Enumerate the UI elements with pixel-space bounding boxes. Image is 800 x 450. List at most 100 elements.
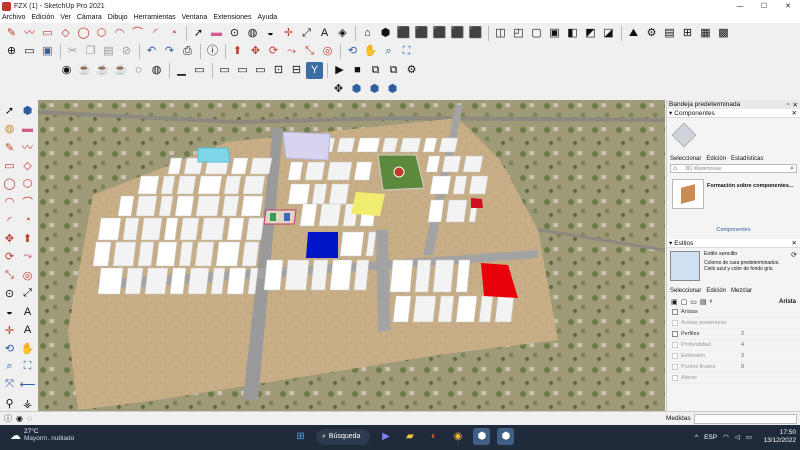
- delete-icon[interactable]: ⊘: [118, 43, 135, 60]
- paint-bucket-icon[interactable]: ◍: [244, 25, 261, 42]
- taskbar-search[interactable]: ⌕ Búsqueda: [316, 428, 371, 445]
- solid-tools-icon[interactable]: ◉: [58, 62, 75, 79]
- close-button[interactable]: ✕: [776, 0, 800, 12]
- push-pull-icon[interactable]: ⬆: [19, 230, 36, 247]
- powerpoint-icon[interactable]: ◐: [425, 428, 442, 445]
- cut-icon[interactable]: ✂: [64, 43, 81, 60]
- building-block[interactable]: [187, 267, 210, 295]
- face-settings-icon[interactable]: ▢: [681, 298, 688, 306]
- teapot-outline-icon[interactable]: ☕: [94, 62, 111, 79]
- yellow-lot[interactable]: [351, 192, 385, 216]
- scene-export-icon[interactable]: ⧉: [385, 62, 402, 79]
- tape-measure-icon[interactable]: ⊙: [226, 25, 243, 42]
- rotated-rect-icon[interactable]: ◇: [19, 157, 36, 174]
- building-block[interactable]: [174, 195, 195, 217]
- row-value[interactable]: 9: [741, 364, 744, 370]
- profiles-row[interactable]: Perfiles 2: [667, 329, 800, 340]
- minimize-button[interactable]: —: [728, 0, 752, 12]
- section-fill-icon[interactable]: ▁: [173, 62, 190, 79]
- menu-edicion[interactable]: Edición: [31, 14, 54, 21]
- orbit-icon[interactable]: ⟲: [344, 43, 361, 60]
- paste-icon[interactable]: ▤: [100, 43, 117, 60]
- weather-widget[interactable]: ☁ 27°C Mayorm. nublado: [10, 428, 74, 442]
- components-footer[interactable]: Componentes: [667, 227, 800, 235]
- move-cross-icon[interactable]: ✥: [330, 81, 347, 98]
- building-block[interactable]: [468, 175, 489, 195]
- extension-warehouse-icon[interactable]: ⚙: [643, 25, 660, 42]
- model-viewport[interactable]: [38, 100, 665, 411]
- arc-2pt-icon[interactable]: ⌒: [129, 25, 146, 42]
- styles-close-icon[interactable]: ✕: [792, 239, 800, 247]
- small-red-lot[interactable]: [471, 198, 483, 208]
- windows-start-icon[interactable]: ⊞: [292, 428, 309, 445]
- arc-3pt-icon[interactable]: ◜: [147, 25, 164, 42]
- offset-icon[interactable]: ◎: [19, 267, 36, 284]
- edges-row[interactable]: Aristas: [667, 307, 800, 318]
- building-block[interactable]: [318, 203, 342, 227]
- rectangle-icon[interactable]: ▭: [1, 157, 18, 174]
- building-block[interactable]: [155, 241, 178, 267]
- taskbar-clock[interactable]: 17:50 13/12/2022: [760, 429, 796, 445]
- iso-cube-dark-icon[interactable]: ⬢: [384, 81, 401, 98]
- select-arrow-icon[interactable]: ➚: [1, 102, 18, 119]
- language-indicator[interactable]: ESP: [704, 434, 717, 441]
- hidden-line-icon[interactable]: ▣: [546, 25, 563, 42]
- polygon-icon[interactable]: ⬡: [93, 25, 110, 42]
- building-block[interactable]: [135, 195, 158, 217]
- geo-icon[interactable]: ◉: [16, 414, 23, 423]
- position-camera-icon[interactable]: ⚲: [1, 395, 18, 412]
- zoom-icon[interactable]: ⌕: [1, 358, 18, 375]
- building-block[interactable]: [284, 259, 310, 291]
- maximize-button[interactable]: ☐: [752, 0, 776, 12]
- building-block[interactable]: [414, 259, 432, 293]
- iso-cube-blue-icon[interactable]: ⬢: [366, 81, 383, 98]
- polygon-icon[interactable]: ⬡: [19, 175, 36, 192]
- building-block[interactable]: [432, 259, 455, 293]
- protractor-icon[interactable]: ◒: [262, 25, 279, 42]
- text-icon[interactable]: A: [19, 303, 36, 320]
- menu-extensiones[interactable]: Extensiones: [213, 14, 251, 21]
- arc-2pt-icon[interactable]: ⌒: [19, 193, 36, 210]
- building-block[interactable]: [245, 217, 265, 241]
- section-display-icon[interactable]: ▭: [191, 62, 208, 79]
- zoom-extents-icon[interactable]: ⛶: [398, 43, 415, 60]
- move-icon[interactable]: ✥: [247, 43, 264, 60]
- rotate-icon[interactable]: ⟳: [1, 248, 18, 265]
- axes-icon[interactable]: ✛: [1, 322, 18, 339]
- arc-icon[interactable]: ◠: [111, 25, 128, 42]
- building-block[interactable]: [412, 295, 437, 323]
- paint-icon[interactable]: ◍: [1, 120, 18, 137]
- modeling-settings-icon[interactable]: ◐: [710, 298, 714, 305]
- building-block[interactable]: [339, 231, 365, 257]
- building-block[interactable]: [494, 295, 515, 323]
- pan-icon[interactable]: ✋: [362, 43, 379, 60]
- pie-icon[interactable]: ◔: [165, 25, 182, 42]
- building-block[interactable]: [97, 267, 124, 295]
- marker-icon[interactable]: Y: [306, 62, 323, 79]
- credits-icon[interactable]: ◌: [27, 414, 32, 423]
- jitter-checkbox[interactable]: [672, 375, 678, 381]
- building-block[interactable]: [455, 295, 478, 323]
- axes-icon[interactable]: ✛: [280, 25, 297, 42]
- follow-me-icon[interactable]: ⤳: [19, 248, 36, 265]
- building-block[interactable]: [356, 137, 381, 153]
- search-icon[interactable]: ⌕: [790, 165, 794, 173]
- tray-close-icon[interactable]: ✕: [793, 101, 798, 109]
- settings-gear-icon[interactable]: ⚙: [403, 62, 420, 79]
- chevron-up-icon[interactable]: ^: [695, 434, 698, 441]
- style-thumbnail[interactable]: [670, 251, 700, 281]
- lock-icon[interactable]: ⊡: [270, 62, 287, 79]
- menu-ayuda[interactable]: Ayuda: [257, 14, 277, 21]
- copy-icon[interactable]: ❐: [82, 43, 99, 60]
- select-icon[interactable]: ➚: [190, 25, 207, 42]
- scene-icon[interactable]: ▭: [216, 62, 233, 79]
- row-value[interactable]: 3: [741, 353, 744, 359]
- layout-icon[interactable]: ▤: [661, 25, 678, 42]
- lilac-lot[interactable]: [282, 131, 331, 161]
- scale-icon[interactable]: ⤡: [301, 43, 318, 60]
- menu-herramientas[interactable]: Herramientas: [134, 14, 176, 21]
- components-close-icon[interactable]: ✕: [792, 109, 800, 117]
- building-block[interactable]: [226, 267, 247, 295]
- extension-checkbox[interactable]: [672, 353, 678, 359]
- scale-icon[interactable]: ⤡: [1, 267, 18, 284]
